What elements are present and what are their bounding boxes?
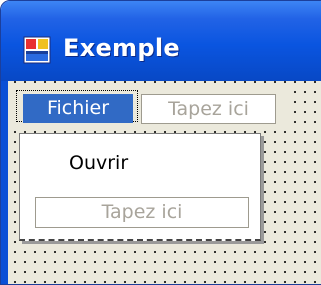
title-bar[interactable]: Exemple [1, 1, 321, 81]
form-window: Exemple Fichier Tapez ici Ouvrir Tapez i… [0, 0, 321, 285]
menu-item-ouvrir[interactable]: Ouvrir [69, 152, 128, 174]
menu-item-fichier[interactable]: Fichier [23, 94, 133, 123]
windows-form-icon [23, 36, 51, 64]
window-title: Exemple [63, 34, 180, 62]
submenu-type-here-box[interactable]: Tapez ici [35, 197, 249, 228]
menu-type-here-box[interactable]: Tapez ici [141, 94, 276, 124]
window-left-border [1, 81, 8, 284]
